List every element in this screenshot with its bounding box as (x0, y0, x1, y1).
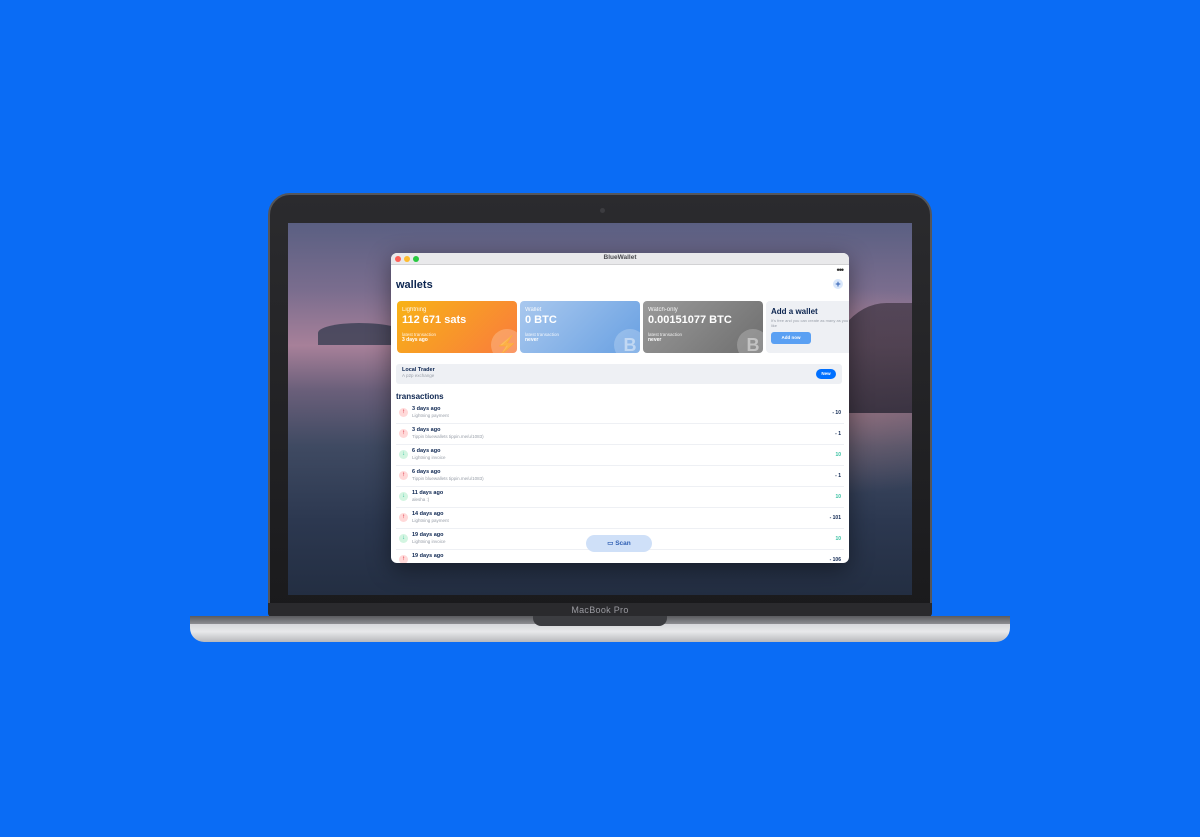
transaction-memo: Tippin bluewallets tippin.me/u/1083) (412, 476, 484, 481)
transaction-amount: - 10 (832, 410, 841, 416)
transaction-amount: 10 (835, 452, 841, 458)
transaction-memo: Lightning invoice (412, 539, 446, 544)
transaction-amount: - 1 (835, 431, 841, 437)
add-now-button[interactable]: Add now (771, 332, 811, 344)
transaction-memo: Lightning payment (412, 413, 449, 418)
transaction-row[interactable]: ↓ 11 days ago alesha :) 10 (396, 487, 844, 508)
transaction-memo: Tippin bluewallets tippin.me/u/1083) (412, 434, 484, 439)
local-trader-subtitle: A p2p exchange (402, 373, 435, 378)
wallet-type-label: Wallet (525, 307, 542, 313)
add-wallet-card[interactable]: Add a wallet It's free and you can creat… (766, 301, 849, 353)
device-label: MacBook Pro (571, 605, 629, 615)
transaction-date: 3 days ago (412, 427, 441, 433)
scan-button[interactable]: ▭ Scan (586, 535, 652, 552)
wallet-balance: 0 BTC (525, 314, 557, 326)
transaction-amount: - 106 (829, 557, 841, 563)
transactions-title: transactions (396, 392, 444, 401)
transaction-memo: Lightning invoice (412, 455, 446, 460)
transaction-amount: - 101 (829, 515, 841, 521)
window-titlebar[interactable]: BlueWallet (391, 253, 849, 265)
wallet-carousel: Lightning 112 671 sats latest transactio… (397, 301, 849, 353)
transaction-memo: Lightning payment (412, 518, 449, 523)
local-trader-new-button[interactable]: New (816, 369, 836, 379)
wallet-type-label: Lightning (402, 307, 427, 313)
camera (600, 208, 605, 213)
wallet-balance: 0.00151077 BTC (648, 314, 732, 326)
outgoing-arrow-icon: ↑ (399, 408, 408, 417)
app-content: ••• + wallets Lightning 112 671 sats lat… (391, 265, 849, 563)
add-wallet-description: It's free and you can create as many as … (771, 318, 849, 328)
bitcoin-icon: B (737, 329, 763, 353)
wallet-card-watch-only[interactable]: Watch-only 0.00151077 BTC latest transac… (643, 301, 763, 353)
transaction-amount: - 1 (835, 473, 841, 479)
outgoing-arrow-icon: ↑ (399, 555, 408, 563)
laptop-notch (533, 616, 667, 626)
transaction-row[interactable]: ↑ 14 days ago Lightning payment - 101 (396, 508, 844, 529)
outgoing-arrow-icon: ↑ (399, 513, 408, 522)
scan-label: Scan (615, 540, 631, 547)
page-title: wallets (396, 279, 433, 291)
wallet-card-lightning[interactable]: Lightning 112 671 sats latest transactio… (397, 301, 517, 353)
transaction-row[interactable]: ↑ 3 days ago Lightning payment - 10 (396, 403, 844, 424)
incoming-arrow-icon: ↓ (399, 492, 408, 501)
transaction-amount: 10 (835, 494, 841, 500)
add-wallet-title: Add a wallet (771, 307, 818, 316)
transaction-row[interactable]: ↑ 3 days ago Tippin bluewallets tippin.m… (396, 424, 844, 445)
incoming-arrow-icon: ↓ (399, 534, 408, 543)
transaction-date: 14 days ago (412, 511, 444, 517)
outgoing-arrow-icon: ↑ (399, 429, 408, 438)
transaction-date: 11 days ago (412, 490, 444, 496)
wallet-balance: 112 671 sats (402, 314, 467, 326)
window-title: BlueWallet (603, 254, 637, 261)
laptop-screen: BlueWallet ••• + wallets Lightning 112 6… (288, 223, 912, 595)
transaction-date: 19 days ago (412, 532, 444, 538)
transaction-memo: alesha :) (412, 497, 430, 502)
local-trader-banner[interactable]: Local Trader A p2p exchange New (396, 364, 842, 384)
wallet-type-label: Watch-only (648, 307, 678, 313)
app-window: BlueWallet ••• + wallets Lightning 112 6… (391, 253, 849, 563)
transaction-row[interactable]: ↓ 6 days ago Lightning invoice 10 (396, 445, 844, 466)
transaction-date: 6 days ago (412, 469, 441, 475)
transaction-date: 6 days ago (412, 448, 441, 454)
more-icon[interactable]: ••• (837, 266, 845, 275)
bitcoin-icon: B (614, 329, 640, 353)
transaction-date: 19 days ago (412, 553, 444, 559)
laptop-lid: BlueWallet ••• + wallets Lightning 112 6… (268, 193, 932, 617)
add-wallet-icon[interactable]: + (833, 279, 843, 289)
laptop-chin: MacBook Pro (268, 603, 932, 617)
wallet-card-btc[interactable]: Wallet 0 BTC latest transaction never B (520, 301, 640, 353)
transaction-row[interactable]: ↑ 6 days ago Tippin bluewallets tippin.m… (396, 466, 844, 487)
incoming-arrow-icon: ↓ (399, 450, 408, 459)
transaction-date: 3 days ago (412, 406, 441, 412)
lightning-icon: ⚡ (491, 329, 517, 353)
scan-icon: ▭ (607, 540, 616, 547)
transaction-amount: 10 (835, 536, 841, 542)
outgoing-arrow-icon: ↑ (399, 471, 408, 480)
